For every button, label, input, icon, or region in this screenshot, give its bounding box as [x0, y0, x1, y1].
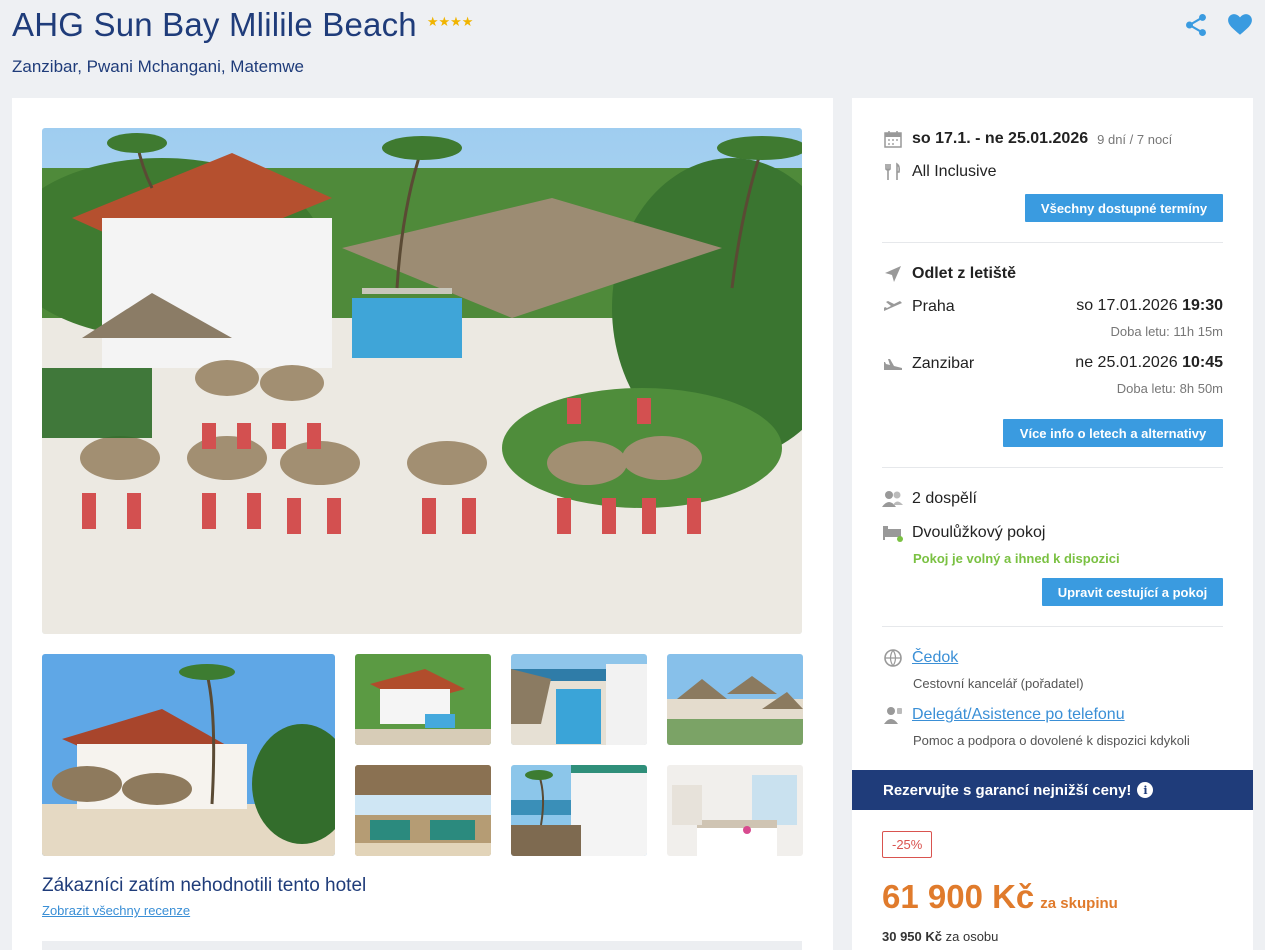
assistance-row: Delegát/Asistence po telefonu — [882, 704, 1125, 726]
departure-heading: Odlet z letiště — [912, 265, 1017, 282]
per-person-label: za osobu — [945, 929, 999, 944]
assistance-link[interactable]: Delegát/Asistence po telefonu — [912, 706, 1125, 724]
per-person-price: 30 950 Kč za osobu — [882, 929, 998, 944]
booking-summary-card: so 17.1. - ne 25.01.2026 9 dní / 7 nocí … — [852, 98, 1253, 950]
best-price-banner: Rezervujte s garancí nejnižší ceny! i — [852, 770, 1253, 810]
travelers-count: 2 dospělí — [912, 490, 977, 507]
organizer-link[interactable]: Čedok — [912, 649, 958, 667]
bed-icon — [882, 522, 904, 544]
trip-duration: 9 dní / 7 nocí — [1097, 131, 1173, 147]
edit-travelers-button[interactable]: Upravit cestující a pokoj — [1042, 578, 1223, 606]
main-hotel-photo[interactable] — [42, 128, 802, 634]
outbound-datetime: so 17.01.2026 19:30 — [1076, 297, 1223, 315]
organizer-desc: Cestovní kancelář (pořadatel) — [913, 676, 1084, 691]
outbound-duration: Doba letu: 11h 15m — [1110, 324, 1224, 339]
all-dates-button[interactable]: Všechny dostupné termíny — [1025, 194, 1223, 222]
divider — [882, 467, 1223, 468]
room-row: Dvoulůžkový pokoj — [882, 522, 1045, 544]
gallery-thumbnail[interactable] — [511, 765, 647, 856]
inbound-date: ne 25.01.2026 — [1075, 354, 1178, 371]
trip-dates: so 17.1. - ne 25.01.2026 — [912, 130, 1089, 147]
inbound-city: Zanzibar — [912, 355, 975, 372]
trip-dates-row: so 17.1. - ne 25.01.2026 9 dní / 7 nocí — [882, 128, 1172, 150]
info-icon[interactable]: i — [1137, 782, 1154, 798]
plane-takeoff-icon — [882, 296, 904, 318]
outbound-time: 19:30 — [1182, 297, 1223, 314]
globe-icon — [882, 647, 904, 669]
divider — [882, 626, 1223, 627]
gallery-thumbnail[interactable] — [42, 654, 335, 856]
hotel-name: AHG Sun Bay Mlilile Beach — [12, 6, 417, 43]
price-value: 61 900 Kč — [882, 878, 1035, 915]
paper-plane-icon — [882, 263, 904, 285]
per-person-value: 30 950 Kč — [882, 929, 942, 944]
inbound-time: 10:45 — [1182, 354, 1223, 371]
fork-knife-icon — [882, 161, 904, 183]
gallery-thumbnail[interactable] — [355, 654, 491, 745]
outbound-date: so 17.01.2026 — [1076, 297, 1178, 314]
gallery-thumbnail[interactable] — [667, 654, 803, 745]
board-type: All Inclusive — [912, 163, 997, 180]
flight-info-button[interactable]: Více info o letech a alternativy — [1003, 419, 1223, 447]
share-icon[interactable] — [1183, 12, 1209, 38]
group-price: 61 900 Kč za skupinu — [882, 878, 1118, 916]
heart-icon[interactable] — [1227, 12, 1253, 38]
outbound-city: Praha — [912, 298, 955, 315]
outbound-flight-row: Praha — [882, 296, 955, 318]
inbound-datetime: ne 25.01.2026 10:45 — [1075, 354, 1223, 372]
hotel-location[interactable]: Zanzibar, Pwani Mchangani, Matemwe — [12, 57, 304, 77]
gallery-thumbnail[interactable] — [511, 654, 647, 745]
plane-landing-icon — [882, 353, 904, 375]
organizer-row: Čedok — [882, 647, 958, 669]
departure-heading-row: Odlet z letiště — [882, 263, 1016, 285]
gallery-thumbnail[interactable] — [355, 765, 491, 856]
star-rating: ★★★★ — [426, 14, 474, 29]
assistance-desc: Pomoc a podpora o dovolené k dispozici k… — [913, 733, 1190, 748]
price-suffix: za skupinu — [1040, 895, 1118, 912]
gallery-thumbnail[interactable] — [667, 765, 803, 856]
calendar-icon — [882, 128, 904, 150]
show-reviews-link[interactable]: Zobrazit všechny recenze — [42, 903, 190, 918]
header-actions — [1183, 12, 1253, 38]
divider — [882, 242, 1223, 243]
travelers-row: 2 dospělí — [882, 488, 977, 510]
users-icon — [882, 488, 904, 510]
section-divider — [42, 941, 802, 950]
headset-agent-icon — [882, 704, 904, 726]
room-availability: Pokoj je volný a ihned k dispozici — [913, 551, 1120, 566]
room-type: Dvoulůžkový pokoj — [912, 524, 1046, 541]
banner-text: Rezervujte s garancí nejnižší ceny! — [883, 781, 1132, 799]
hotel-header: AHG Sun Bay Mlilile Beach ★★★★ — [12, 6, 473, 44]
gallery-card: Zákazníci zatím nehodnotili tento hotel … — [12, 98, 833, 950]
discount-badge: -25% — [882, 831, 933, 858]
inbound-flight-row: Zanzibar — [882, 353, 974, 375]
inbound-duration: Doba letu: 8h 50m — [1116, 381, 1223, 396]
reviews-title: Zákazníci zatím nehodnotili tento hotel — [42, 875, 367, 896]
board-row: All Inclusive — [882, 161, 996, 183]
